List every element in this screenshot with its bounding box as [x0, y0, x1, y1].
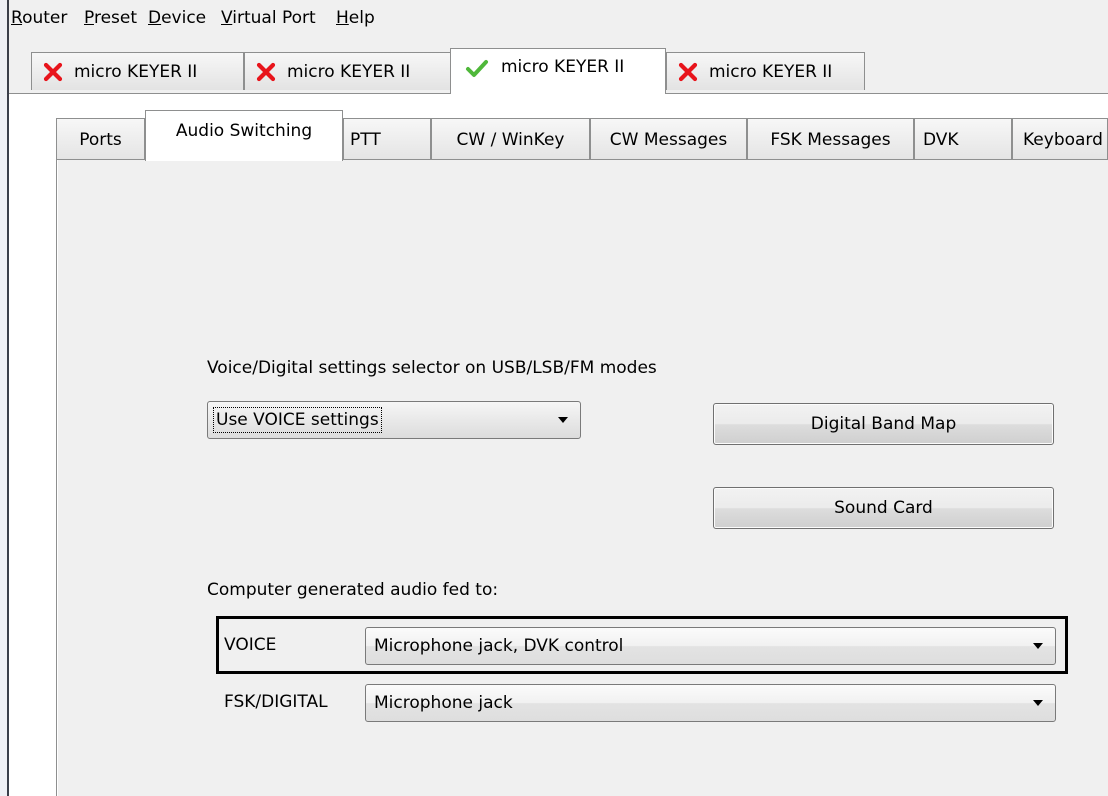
- x-icon: [255, 61, 277, 83]
- tab-fsk-messages-label: FSK Messages: [770, 129, 891, 150]
- device-tab-2[interactable]: micro KEYER II: [244, 52, 451, 90]
- selector-label: Voice/Digital settings selector on USB/L…: [207, 358, 657, 378]
- tab-cw-messages-label: CW Messages: [609, 129, 728, 150]
- tab-dvk[interactable]: DVK: [914, 118, 1012, 160]
- device-tab-strip: micro KEYER II micro KEYER II micro KEYE…: [9, 48, 1108, 94]
- tab-ports-label: Ports: [79, 129, 122, 150]
- device-tab-label: micro KEYER II: [501, 57, 625, 77]
- device-tab-label: micro KEYER II: [74, 61, 198, 82]
- tab-keyboard-label: Keyboard: [1023, 129, 1103, 150]
- tab-cw-messages[interactable]: CW Messages: [590, 118, 747, 160]
- menu-bar: Router Preset Device Virtual Port Help: [9, 0, 1108, 34]
- menu-help-label: elp: [348, 8, 375, 28]
- menu-preset-accel: P: [84, 8, 94, 28]
- menu-virtual-port-accel: V: [221, 8, 233, 28]
- menu-device-accel: D: [148, 8, 162, 28]
- fsk-output-dropdown[interactable]: Microphone jack: [365, 684, 1056, 722]
- tab-cw-winkey[interactable]: CW / WinKey: [431, 118, 590, 160]
- device-tab-3-active[interactable]: micro KEYER II: [450, 48, 666, 94]
- menu-device[interactable]: Device: [148, 8, 206, 28]
- tab-fsk-messages[interactable]: FSK Messages: [747, 118, 914, 160]
- device-tab-label: micro KEYER II: [287, 61, 411, 82]
- device-tab-1[interactable]: micro KEYER II: [31, 52, 244, 90]
- voice-output-dropdown[interactable]: Microphone jack, DVK control: [365, 627, 1056, 665]
- chevron-down-icon: [558, 417, 568, 423]
- menu-device-label: evice: [161, 8, 207, 28]
- voice-output-value: Microphone jack, DVK control: [374, 636, 624, 656]
- digital-band-map-button[interactable]: Digital Band Map: [713, 403, 1054, 445]
- menu-router-accel: R: [11, 8, 23, 28]
- fed-to-label: Computer generated audio fed to:: [207, 580, 499, 600]
- tab-ptt[interactable]: PTT: [343, 118, 431, 160]
- device-tab-4[interactable]: micro KEYER II: [666, 52, 865, 90]
- menu-router-label: outer: [22, 8, 68, 28]
- voice-digital-selector-value: Use VOICE settings: [213, 407, 382, 433]
- chevron-down-icon: [1033, 643, 1043, 649]
- menu-virtual-port-label: irtual Port: [232, 8, 316, 28]
- menu-help-accel: H: [336, 8, 349, 28]
- check-icon: [465, 57, 489, 79]
- settings-tab-strip: Ports Audio Switching PTT CW / WinKey CW…: [56, 110, 1108, 161]
- x-icon: [677, 61, 699, 83]
- window-left-frame: [0, 0, 9, 796]
- menu-virtual-port[interactable]: Virtual Port: [221, 8, 316, 28]
- tab-ports[interactable]: Ports: [56, 118, 145, 160]
- tab-cw-winkey-label: CW / WinKey: [456, 129, 565, 150]
- device-tab-label: micro KEYER II: [709, 61, 833, 82]
- menu-preset-label: reset: [93, 8, 138, 28]
- menu-router[interactable]: Router: [11, 8, 67, 28]
- chevron-down-icon: [1033, 700, 1043, 706]
- app-window: Router Preset Device Virtual Port Help m…: [9, 0, 1108, 796]
- fsk-label: FSK/DIGITAL: [224, 692, 328, 712]
- x-icon: [42, 61, 64, 83]
- sound-card-button[interactable]: Sound Card: [713, 487, 1054, 529]
- tab-ptt-label: PTT: [350, 129, 381, 150]
- tab-audio-switching-label: Audio Switching: [175, 121, 313, 141]
- menu-help[interactable]: Help: [336, 8, 375, 28]
- fsk-output-value: Microphone jack: [374, 693, 513, 713]
- tab-keyboard[interactable]: Keyboard: [1012, 118, 1108, 160]
- voice-digital-selector[interactable]: Use VOICE settings: [207, 401, 581, 439]
- tab-dvk-label: DVK: [923, 129, 959, 150]
- tab-audio-switching[interactable]: Audio Switching: [145, 110, 343, 161]
- menu-preset[interactable]: Preset: [84, 8, 137, 28]
- voice-label: VOICE: [224, 635, 277, 655]
